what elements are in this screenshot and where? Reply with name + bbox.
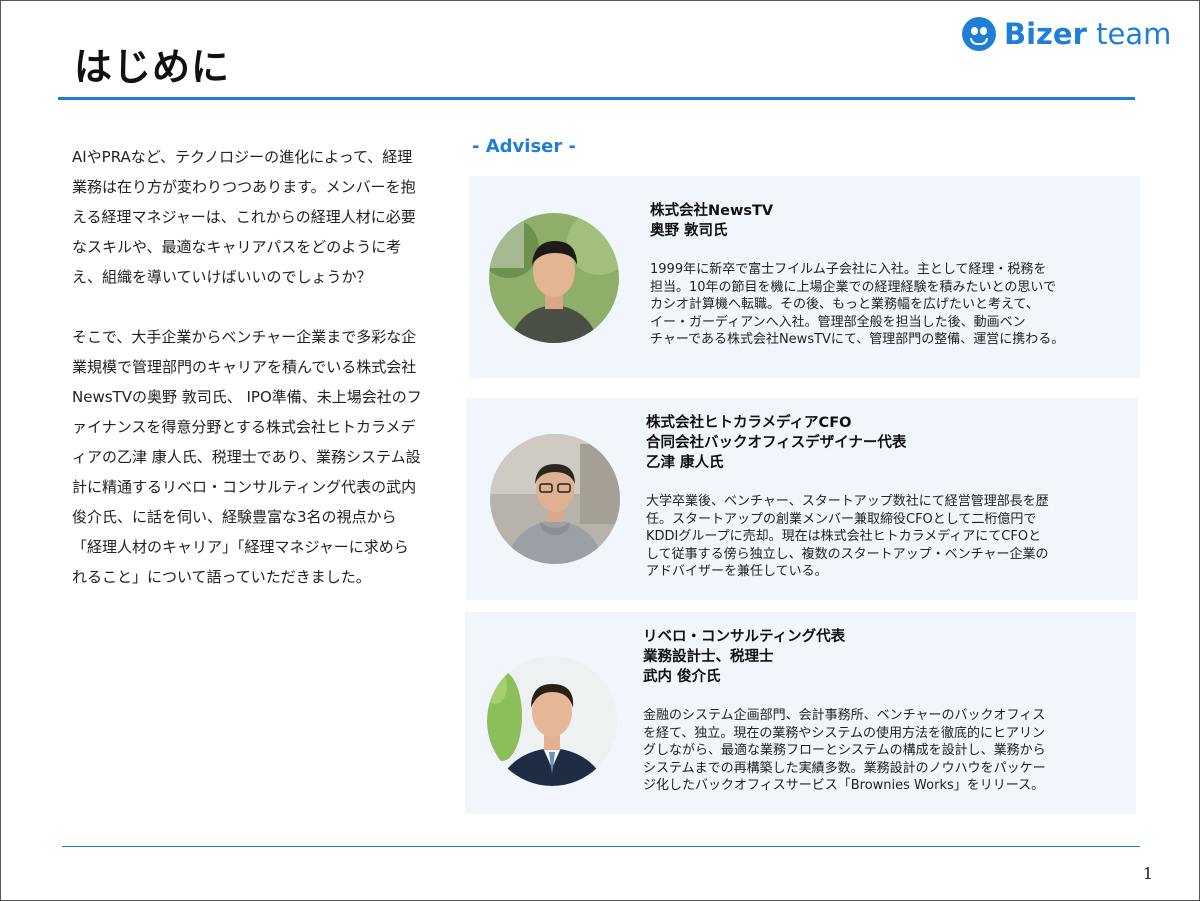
bio-line: 担当。10年の節目を機に上場企業での経理経験を積みたいとの思いで [650,279,1057,295]
adviser-photo-takeuchi [487,656,617,786]
adviser-heading: - Adviser - [472,136,576,157]
adviser-affiliation: 株式会社NewsTV [650,203,774,219]
bio-line: システムまでの再構築した実績多数。業務設計のノウハウをパッケー [643,760,1046,776]
adviser-card-otsu: 株式会社ヒトカラメディアCFO 合同会社バックオフィスデザイナー代表 乙津 康人… [466,398,1138,600]
adviser-info-okuno: 株式会社NewsTV 奥野 敦司氏 1999年に新卒で富士フイルム子会社に入社。… [650,201,1130,349]
bio-line: 1999年に新卒で富士フイルム子会社に入社。主として経理・税務を [650,262,1047,277]
adviser-photo-okuno [489,213,619,343]
bio-line: チャーである株式会社NewsTVにて、管理部門の整備、運営に携わる。 [650,332,1065,347]
bizer-smile-icon [962,17,996,51]
intro-paragraph-1: AIやPRAなど、テクノロジーの進化によって、経理業務は在り方が変わりつつありま… [72,148,416,286]
logo-brand-light: team [1096,17,1172,51]
bio-line: して従事する傍ら独立し、複数のスタートアップ・ベンチャー企業の [646,546,1049,562]
adviser-photo-otsu [490,434,620,564]
bio-line: 金融のシステム企画部門、会計事務所、ベンチャーのバックオフィス [643,708,1046,723]
adviser-info-takeuchi: リベロ・コンサルティング代表 業務設計士、税理士 武内 俊介氏 金融のシステム企… [643,627,1123,795]
footer-divider [62,846,1140,847]
intro-paragraph-2: そこで、大手企業からベンチャー企業まで多彩な企業規模で管理部門のキャリアを積んで… [72,328,422,586]
title-divider [58,97,1135,100]
adviser-info-otsu: 株式会社ヒトカラメディアCFO 合同会社バックオフィスデザイナー代表 乙津 康人… [646,413,1126,581]
bio-line: KDDIグループに売却。現在は株式会社ヒトカラメディアにてCFOと [646,529,1042,544]
logo-wordmark: Bizer team [1004,17,1171,51]
adviser-name: 乙津 康人氏 [646,455,724,471]
adviser-bio: 大学卒業後、ベンチャー、スタートアップ数社にて経営管理部長を歴 任。スタートアッ… [646,493,1126,581]
bio-line: 大学卒業後、ベンチャー、スタートアップ数社にて経営管理部長を歴 [646,494,1049,509]
adviser-bio: 金融のシステム企画部門、会計事務所、ベンチャーのバックオフィス を経て、独立。現… [643,707,1123,795]
adviser-card-okuno: 株式会社NewsTV 奥野 敦司氏 1999年に新卒で富士フイルム子会社に入社。… [469,176,1140,378]
adviser-card-takeuchi: リベロ・コンサルティング代表 業務設計士、税理士 武内 俊介氏 金融のシステム企… [465,612,1136,814]
bio-line: 任。スタートアップの創業メンバー兼取締役CFOとして二桁億円で [646,511,1037,527]
adviser-affiliation: 合同会社バックオフィスデザイナー代表 [646,435,907,451]
adviser-affiliation: 業務設計士、税理士 [643,649,774,665]
page-title: はじめに [74,45,231,89]
adviser-affiliation: リベロ・コンサルティング代表 [643,629,846,645]
adviser-name: 奥野 敦司氏 [650,223,728,239]
bio-line: アドバイザーを兼任している。 [646,564,828,579]
page-number: 1 [1142,864,1153,883]
adviser-bio: 1999年に新卒で富士フイルム子会社に入社。主として経理・税務を 担当。10年の… [650,261,1130,349]
intro-text: AIやPRAなど、テクノロジーの進化によって、経理業務は在り方が変わりつつありま… [72,142,422,622]
bio-line: イー・ガーディアンへ入社。管理部全般を担当した後、動画ベン [650,314,1026,330]
adviser-name: 武内 俊介氏 [643,669,721,685]
bio-line: カシオ計算機へ転職。その後、もっと業務幅を広げたいと考えて、 [650,297,1039,312]
logo-brand-bold: Bizer [1004,17,1087,51]
bio-line: を経て、独立。現在の業務やシステムの使用方法を徹底的にヒアリン [643,725,1045,741]
adviser-affiliation: 株式会社ヒトカラメディアCFO [646,415,852,431]
bio-line: グしながら、最適な業務フローとシステムの構成を設計し、業務から [643,743,1046,758]
bizer-team-logo: Bizer team [962,14,1171,54]
bio-line: ジ化したバックオフィスサービス「Brownies Works」をリリース。 [643,778,1045,793]
